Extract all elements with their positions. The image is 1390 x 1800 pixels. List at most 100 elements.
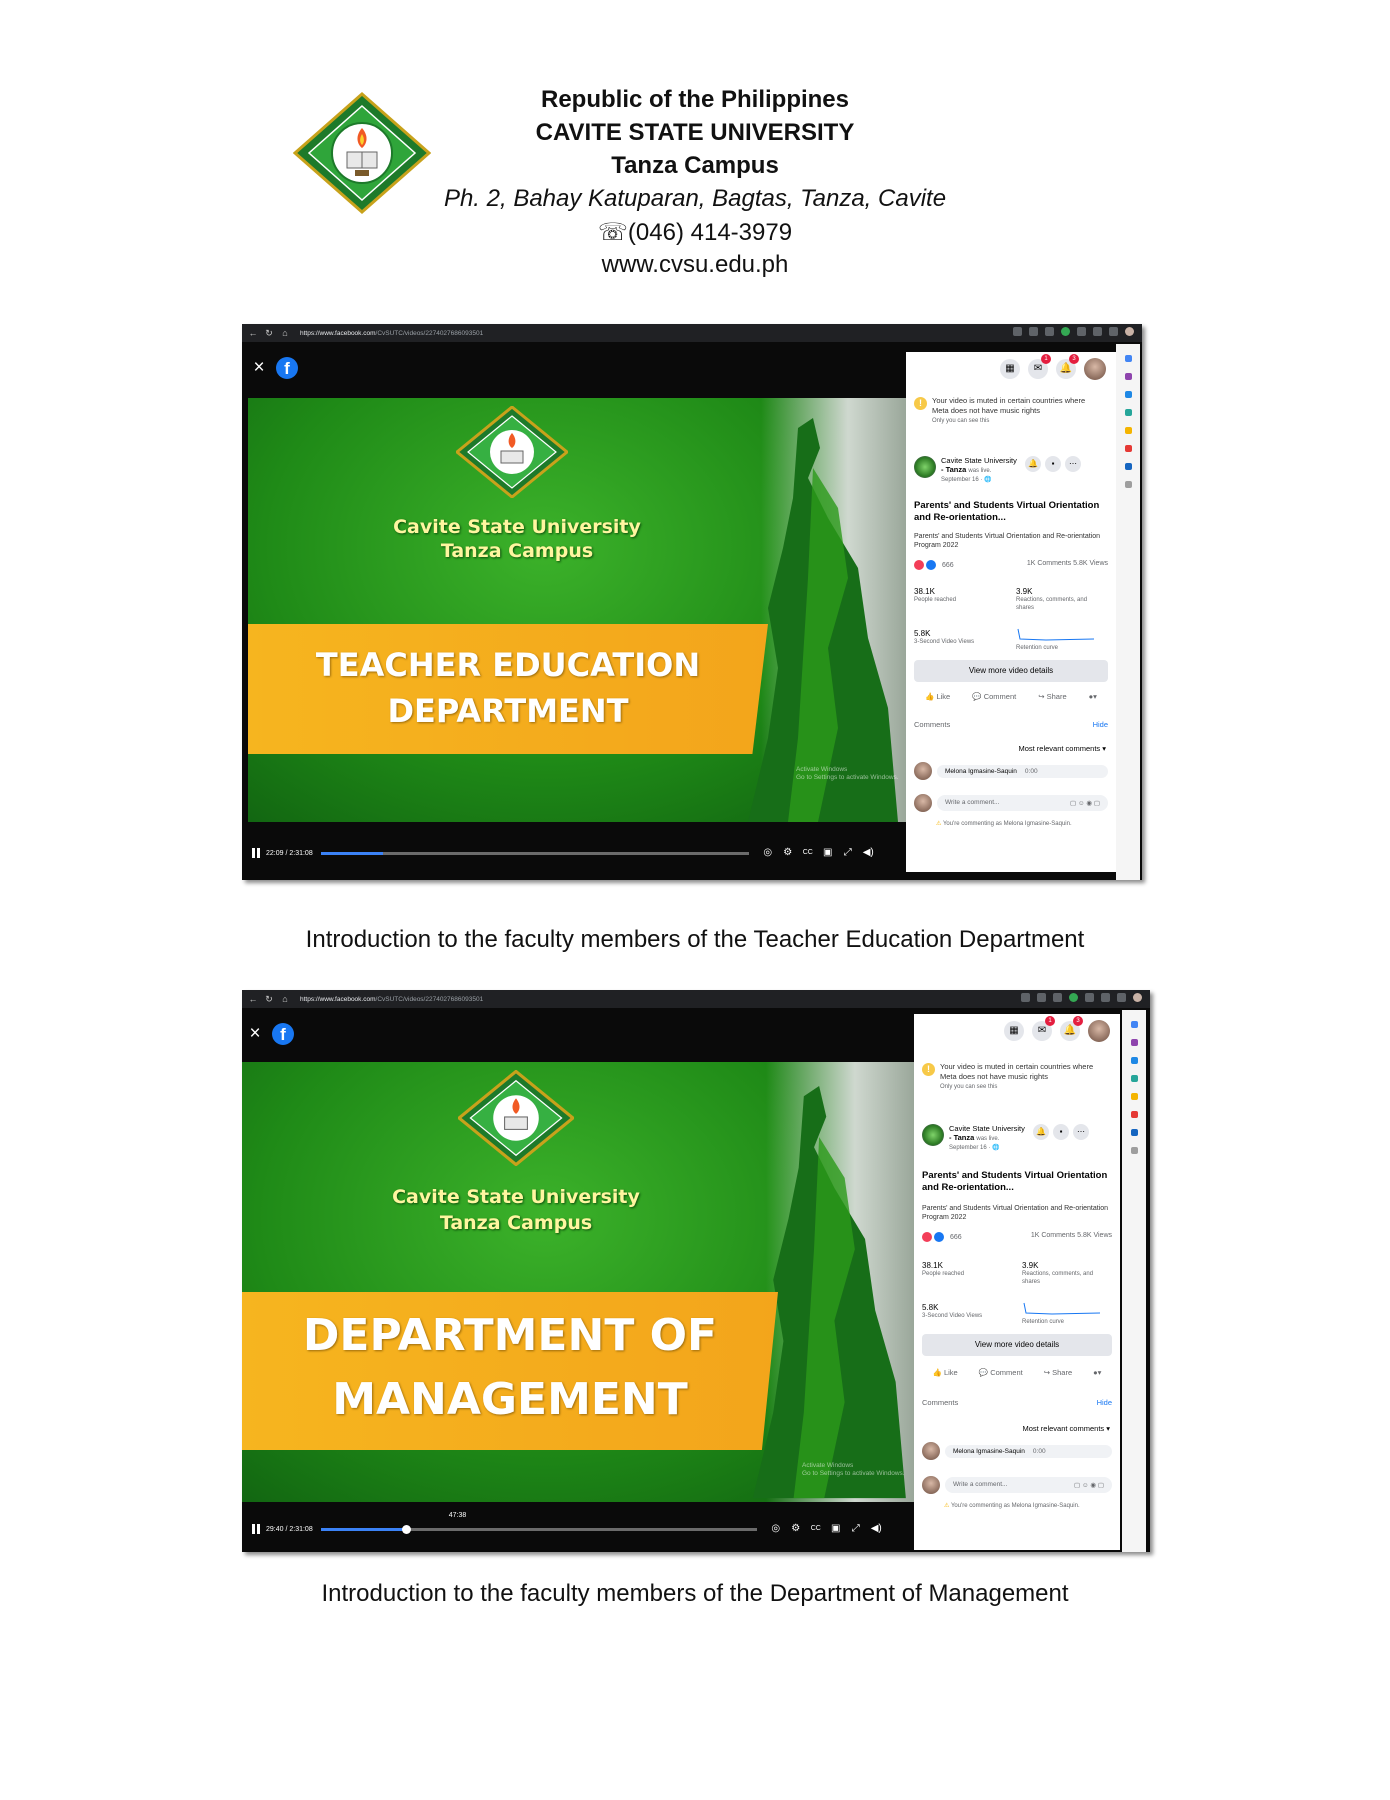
add-sidebar-icon[interactable]: [1130, 1147, 1138, 1154]
messenger-icon[interactable]: ✉ 1: [1032, 1016, 1055, 1041]
hide-comments-link[interactable]: Hide: [1097, 1398, 1112, 1407]
extension-icon[interactable]: [1053, 993, 1062, 1002]
reload-icon[interactable]: ↻: [264, 994, 274, 1005]
write-comment-input[interactable]: Write a comment... ▢ ☺ ◉ ▢: [945, 1477, 1112, 1493]
shopping-sidebar-icon[interactable]: [1130, 1039, 1138, 1046]
search-sidebar-icon[interactable]: [1130, 1021, 1138, 1028]
share-button[interactable]: ↪ Share: [1038, 692, 1066, 701]
grammarly-icon[interactable]: [1069, 993, 1078, 1002]
share-button[interactable]: ↪ Share: [1044, 1368, 1072, 1377]
video-frame[interactable]: Cavite State University Tanza Campus TEA…: [248, 398, 906, 822]
games-sidebar-icon[interactable]: [1124, 409, 1132, 416]
comment-timestamp[interactable]: 0:00: [1025, 768, 1038, 775]
pause-icon[interactable]: [252, 1524, 260, 1534]
messenger-icon[interactable]: ✉ 1: [1028, 354, 1051, 379]
comments-views-count[interactable]: 1K Comments 5.8K Views: [1031, 1232, 1112, 1242]
home-icon[interactable]: ⌂: [280, 328, 290, 338]
page-name[interactable]: Cavite State University: [949, 1124, 1027, 1133]
commenter-name[interactable]: Melona Igmasine-Saquin: [953, 1448, 1025, 1455]
comment-overlay-icon[interactable]: ◎: [763, 848, 773, 858]
outlook-sidebar-icon[interactable]: [1130, 1111, 1138, 1118]
picture-in-picture-icon[interactable]: ▣: [831, 1524, 841, 1534]
home-icon[interactable]: ⌂: [280, 994, 290, 1004]
commenter-name[interactable]: Melona Igmasine-Saquin: [945, 768, 1017, 775]
comment-sort-dropdown[interactable]: Most relevant comments ▾: [1018, 744, 1106, 753]
page-avatar[interactable]: [922, 1124, 944, 1146]
grammarly-icon[interactable]: [1061, 327, 1070, 336]
profile-icon[interactable]: [1133, 993, 1142, 1002]
edge-sidebar-icon[interactable]: [1124, 463, 1132, 470]
collections-icon[interactable]: [1117, 993, 1126, 1002]
reload-icon[interactable]: ↻: [264, 328, 274, 339]
write-comment-input[interactable]: Write a comment... ▢ ☺ ◉ ▢: [937, 795, 1108, 811]
user-avatar[interactable]: [1088, 1020, 1110, 1042]
react-as-avatar[interactable]: ●▾: [1089, 692, 1097, 701]
games-sidebar-icon[interactable]: [1130, 1075, 1138, 1082]
like-button[interactable]: 👍 Like: [925, 692, 950, 701]
commenter-avatar[interactable]: [914, 762, 932, 780]
office-sidebar-icon[interactable]: [1130, 1093, 1138, 1100]
refresh-ext-icon[interactable]: [1077, 327, 1086, 336]
seek-bar[interactable]: [320, 851, 749, 855]
fullscreen-icon[interactable]: ⤢: [851, 1524, 861, 1534]
user-avatar[interactable]: [1084, 358, 1106, 380]
address-bar[interactable]: https://www.facebook.com/CvSUTC/videos/2…: [300, 996, 483, 1003]
fullscreen-icon[interactable]: ⤢: [843, 848, 853, 858]
captions-icon[interactable]: CC: [803, 848, 813, 858]
picture-in-picture-icon[interactable]: ▣: [823, 848, 833, 858]
notifications-bell-icon[interactable]: 🔔 3: [1060, 1016, 1083, 1041]
react-as-avatar[interactable]: ●▾: [1093, 1368, 1101, 1377]
profile-icon[interactable]: [1125, 327, 1134, 336]
captions-icon[interactable]: CC: [811, 1524, 821, 1534]
search-sidebar-icon[interactable]: [1124, 355, 1132, 362]
like-button[interactable]: 👍 Like: [933, 1368, 958, 1377]
comment-sort-dropdown[interactable]: Most relevant comments ▾: [1022, 1424, 1110, 1433]
comments-views-count[interactable]: 1K Comments 5.8K Views: [1027, 560, 1108, 570]
refresh-ext-icon[interactable]: [1085, 993, 1094, 1002]
bell-icon[interactable]: 🔔: [1033, 1124, 1049, 1140]
save-icon[interactable]: ▪: [1045, 456, 1061, 472]
comment-timestamp[interactable]: 0:00: [1033, 1448, 1046, 1455]
more-icon[interactable]: ⋯: [1073, 1124, 1089, 1140]
bell-icon[interactable]: 🔔: [1025, 456, 1041, 472]
menu-grid-icon[interactable]: ▦: [1004, 1021, 1024, 1041]
facebook-logo-icon[interactable]: f: [272, 1023, 294, 1045]
address-bar[interactable]: https://www.facebook.com/CvSUTC/videos/2…: [300, 330, 483, 337]
view-more-details-button[interactable]: View more video details: [922, 1334, 1112, 1356]
close-icon[interactable]: ×: [244, 1023, 266, 1045]
read-aloud-icon[interactable]: [1021, 993, 1030, 1002]
video-frame[interactable]: Cavite State University Tanza Campus DEP…: [242, 1062, 914, 1502]
settings-icon[interactable]: ⚙: [791, 1524, 801, 1534]
comment-button[interactable]: 💬 Comment: [972, 692, 1016, 701]
office-sidebar-icon[interactable]: [1124, 427, 1132, 434]
collections-icon[interactable]: [1109, 327, 1118, 336]
view-more-details-button[interactable]: View more video details: [914, 660, 1108, 682]
read-aloud-icon[interactable]: [1013, 327, 1022, 336]
tools-sidebar-icon[interactable]: [1130, 1057, 1138, 1064]
back-icon[interactable]: ←: [248, 994, 258, 1004]
hide-comments-link[interactable]: Hide: [1093, 720, 1108, 729]
seek-bar[interactable]: 47:38: [320, 1512, 757, 1534]
comment-overlay-icon[interactable]: ◎: [771, 1524, 781, 1534]
menu-grid-icon[interactable]: ▦: [1000, 359, 1020, 379]
pause-icon[interactable]: [252, 848, 260, 858]
comment-button[interactable]: 💬 Comment: [979, 1368, 1023, 1377]
close-icon[interactable]: ×: [248, 357, 270, 379]
page-avatar[interactable]: [914, 456, 936, 478]
commenter-avatar[interactable]: [922, 1442, 940, 1460]
outlook-sidebar-icon[interactable]: [1124, 445, 1132, 452]
more-icon[interactable]: ⋯: [1065, 456, 1081, 472]
seek-knob[interactable]: [402, 1524, 412, 1534]
tools-sidebar-icon[interactable]: [1124, 391, 1132, 398]
volume-icon[interactable]: ◀): [863, 848, 874, 858]
settings-icon[interactable]: ⚙: [783, 848, 793, 858]
save-icon[interactable]: ▪: [1053, 1124, 1069, 1140]
favorites-icon[interactable]: [1101, 993, 1110, 1002]
zoom-icon[interactable]: [1037, 993, 1046, 1002]
zoom-icon[interactable]: [1029, 327, 1038, 336]
facebook-logo-icon[interactable]: f: [276, 357, 298, 379]
edge-sidebar-icon[interactable]: [1130, 1129, 1138, 1136]
shopping-sidebar-icon[interactable]: [1124, 373, 1132, 380]
volume-icon[interactable]: ◀): [871, 1524, 882, 1534]
back-icon[interactable]: ←: [248, 328, 258, 338]
